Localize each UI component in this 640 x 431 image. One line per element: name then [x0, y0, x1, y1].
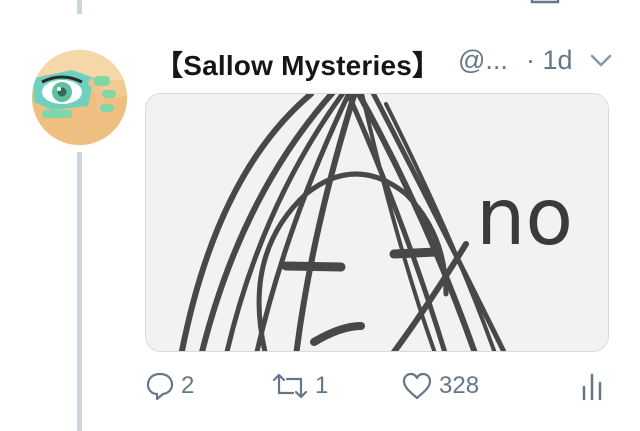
thread-connector-top [77, 0, 82, 14]
heart-icon [402, 372, 432, 400]
retweet-count: 1 [315, 372, 329, 399]
retweet-icon-cut[interactable] [273, 0, 307, 6]
display-name[interactable]: 【Sallow Mysteries】 [155, 44, 440, 84]
user-handle[interactable]: @... [458, 45, 508, 76]
avatar-image [32, 50, 127, 145]
reply-count: 2 [181, 372, 195, 399]
avatar[interactable] [32, 50, 127, 145]
sketch-drawing-image: no [146, 94, 608, 351]
retweet-arrows-icon [272, 373, 308, 399]
chevron-down-icon[interactable] [590, 54, 612, 68]
like-count: 328 [439, 372, 480, 399]
share-icon-cut[interactable] [529, 0, 561, 6]
reply-icon-cut[interactable] [147, 0, 173, 6]
tweet-media[interactable]: no [145, 93, 609, 352]
tweet-actions: 2 1 328 [145, 368, 615, 404]
like-button[interactable]: 328 [401, 368, 479, 404]
bar-chart-icon [582, 373, 602, 401]
timestamp[interactable]: · 1d [526, 45, 573, 76]
retweet-button[interactable]: 1 [271, 368, 328, 404]
thread-connector-bottom [77, 152, 82, 431]
analytics-button[interactable] [580, 368, 604, 404]
reply-button[interactable]: 2 [145, 368, 194, 404]
speech-bubble-icon [146, 372, 174, 401]
sketch-handwritten-text: no [476, 173, 573, 263]
like-icon-cut[interactable] [407, 0, 433, 6]
tweet-header: 【Sallow Mysteries】 @... · 1d [155, 44, 612, 84]
previous-tweet-actions [145, 0, 605, 6]
